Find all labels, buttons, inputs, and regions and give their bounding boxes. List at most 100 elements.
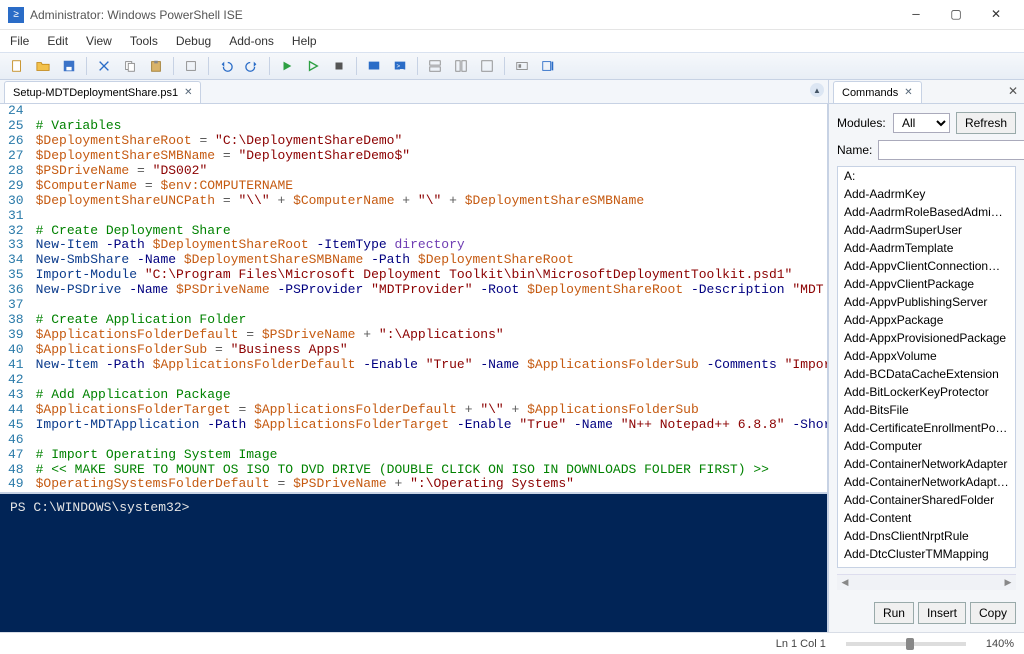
code-line[interactable]: # Variables <box>36 119 827 134</box>
close-button[interactable]: ✕ <box>976 1 1016 29</box>
list-item[interactable]: Add-AadrmSuperUser <box>838 221 1015 239</box>
list-item[interactable]: Add-AadrmKey <box>838 185 1015 203</box>
list-item[interactable]: Add-CertificateEnrollmentPolicyS <box>838 419 1015 437</box>
list-item[interactable]: Add-AppvClientPackage <box>838 275 1015 293</box>
close-icon[interactable]: ✕ <box>904 87 912 98</box>
list-item[interactable]: Add-ContainerNetworkAdapter <box>838 455 1015 473</box>
list-item[interactable]: Add-ContainerSharedFolder <box>838 491 1015 509</box>
code-line[interactable]: $ApplicationsFolderTarget = $Application… <box>36 403 827 418</box>
list-item[interactable]: Add-AadrmRoleBasedAdministra <box>838 203 1015 221</box>
cut-button[interactable] <box>93 55 115 77</box>
code-line[interactable] <box>36 104 827 119</box>
list-item[interactable]: Add-AppvClientConnectionGroup <box>838 257 1015 275</box>
minimize-button[interactable]: ─ <box>896 1 936 29</box>
list-item[interactable]: Add-Content <box>838 509 1015 527</box>
list-item[interactable]: Add-ContainerNetworkAdapterSt <box>838 473 1015 491</box>
run-button[interactable]: Run <box>874 602 914 624</box>
code-line[interactable]: # Create Application Folder <box>36 313 827 328</box>
code-line[interactable]: $DeploymentShareRoot = "C:\DeploymentSha… <box>36 134 827 149</box>
code-line[interactable]: New-SmbShare -Name $DeploymentShareSMBNa… <box>36 253 827 268</box>
list-horizontal-scrollbar[interactable]: ◀ ▶ <box>837 574 1016 590</box>
stop-button[interactable] <box>328 55 350 77</box>
list-item[interactable]: Add-AadrmTemplate <box>838 239 1015 257</box>
intellisense-button[interactable] <box>511 55 533 77</box>
tab-scroll-up-button[interactable]: ▲ <box>810 83 824 97</box>
powershell-button[interactable]: >_ <box>389 55 411 77</box>
panel-close-button[interactable]: ✕ <box>1008 84 1018 98</box>
menu-tools[interactable]: Tools <box>126 32 162 50</box>
open-file-button[interactable] <box>32 55 54 77</box>
tab-commands[interactable]: Commands ✕ <box>833 81 922 103</box>
list-item[interactable]: Add-BitLockerKeyProtector <box>838 383 1015 401</box>
modules-select[interactable]: All <box>893 113 950 133</box>
code-line[interactable]: New-PSDrive -Name $PSDriveName -PSProvid… <box>36 283 827 298</box>
list-item[interactable]: Add-DtcClusterTMMapping <box>838 545 1015 563</box>
show-script-pane-top-button[interactable] <box>424 55 446 77</box>
run-script-button[interactable] <box>276 55 298 77</box>
run-selection-button[interactable] <box>302 55 324 77</box>
code-line[interactable]: New-Item -Path $DeploymentShareRoot -Ite… <box>36 238 827 253</box>
list-item[interactable]: A: <box>838 167 1015 185</box>
name-input[interactable] <box>878 140 1024 160</box>
menu-file[interactable]: File <box>6 32 33 50</box>
list-item[interactable]: Add-AppvPublishingServer <box>838 293 1015 311</box>
maximize-button[interactable]: ▢ <box>936 1 976 29</box>
scroll-right-icon[interactable]: ▶ <box>1000 575 1016 590</box>
code-line[interactable]: Import-Module "C:\Program Files\Microsof… <box>36 268 827 283</box>
zoom-slider[interactable] <box>846 642 966 646</box>
menu-debug[interactable]: Debug <box>172 32 215 50</box>
code-line[interactable]: New-Item -Path $ApplicationsFolderDefaul… <box>36 358 827 373</box>
code-line[interactable]: # Import Operating System Image <box>36 448 827 463</box>
list-item[interactable]: Add-Computer <box>838 437 1015 455</box>
code-line[interactable]: $ApplicationsFolderSub = "Business Apps" <box>36 343 827 358</box>
line-number: 24 <box>0 104 36 119</box>
redo-button[interactable] <box>241 55 263 77</box>
code-line[interactable]: $OperatingSystemsFolderDefault = $PSDriv… <box>36 477 827 492</box>
list-item[interactable]: Add-AppxVolume <box>838 347 1015 365</box>
list-item[interactable]: Add-AppxPackage <box>838 311 1015 329</box>
undo-button[interactable] <box>215 55 237 77</box>
list-item[interactable]: Add-EtwTraceProvider <box>838 563 1015 568</box>
code-line[interactable]: # Create Deployment Share <box>36 224 827 239</box>
code-line[interactable]: # << MAKE SURE TO MOUNT OS ISO TO DVD DR… <box>36 463 827 478</box>
code-line[interactable]: $ComputerName = $env:COMPUTERNAME <box>36 179 827 194</box>
code-line[interactable]: $DeploymentShareSMBName = "DeploymentSha… <box>36 149 827 164</box>
tab-label: Commands <box>842 87 898 99</box>
toggle-command-button[interactable] <box>537 55 559 77</box>
code-editor[interactable]: 2425# Variables26$DeploymentShareRoot = … <box>0 104 828 492</box>
new-file-button[interactable] <box>6 55 28 77</box>
menu-view[interactable]: View <box>82 32 116 50</box>
code-line[interactable] <box>36 433 827 448</box>
copy-button[interactable]: Copy <box>970 602 1016 624</box>
clear-button[interactable] <box>180 55 202 77</box>
show-script-pane-right-button[interactable] <box>450 55 472 77</box>
list-item[interactable]: Add-AppxProvisionedPackage <box>838 329 1015 347</box>
list-item[interactable]: Add-BitsFile <box>838 401 1015 419</box>
code-line[interactable] <box>36 373 827 388</box>
menu-edit[interactable]: Edit <box>43 32 72 50</box>
code-line[interactable]: Import-MDTApplication -Path $Application… <box>36 418 827 433</box>
paste-button[interactable] <box>145 55 167 77</box>
code-line[interactable]: $DeploymentShareUNCPath = "\\" + $Comput… <box>36 194 827 209</box>
code-line[interactable]: $PSDriveName = "DS002" <box>36 164 827 179</box>
scroll-left-icon[interactable]: ◀ <box>837 575 853 590</box>
code-line[interactable] <box>36 209 827 224</box>
new-remote-tab-button[interactable] <box>363 55 385 77</box>
menu-add-ons[interactable]: Add-ons <box>225 32 278 50</box>
refresh-button[interactable]: Refresh <box>956 112 1016 134</box>
zoom-level: 140% <box>986 638 1014 650</box>
save-button[interactable] <box>58 55 80 77</box>
code-line[interactable] <box>36 298 827 313</box>
code-line[interactable]: $ApplicationsFolderDefault = $PSDriveNam… <box>36 328 827 343</box>
console-pane[interactable]: PS C:\WINDOWS\system32> <box>0 492 828 632</box>
code-line[interactable]: # Add Application Package <box>36 388 827 403</box>
close-icon[interactable]: ✕ <box>184 87 192 98</box>
tab-script[interactable]: Setup-MDTDeploymentShare.ps1 ✕ <box>4 81 201 103</box>
commands-list[interactable]: A:Add-AadrmKeyAdd-AadrmRoleBasedAdminist… <box>837 166 1016 568</box>
show-script-pane-max-button[interactable] <box>476 55 498 77</box>
menu-help[interactable]: Help <box>288 32 321 50</box>
list-item[interactable]: Add-DnsClientNrptRule <box>838 527 1015 545</box>
insert-button[interactable]: Insert <box>918 602 966 624</box>
list-item[interactable]: Add-BCDataCacheExtension <box>838 365 1015 383</box>
copy-button[interactable] <box>119 55 141 77</box>
